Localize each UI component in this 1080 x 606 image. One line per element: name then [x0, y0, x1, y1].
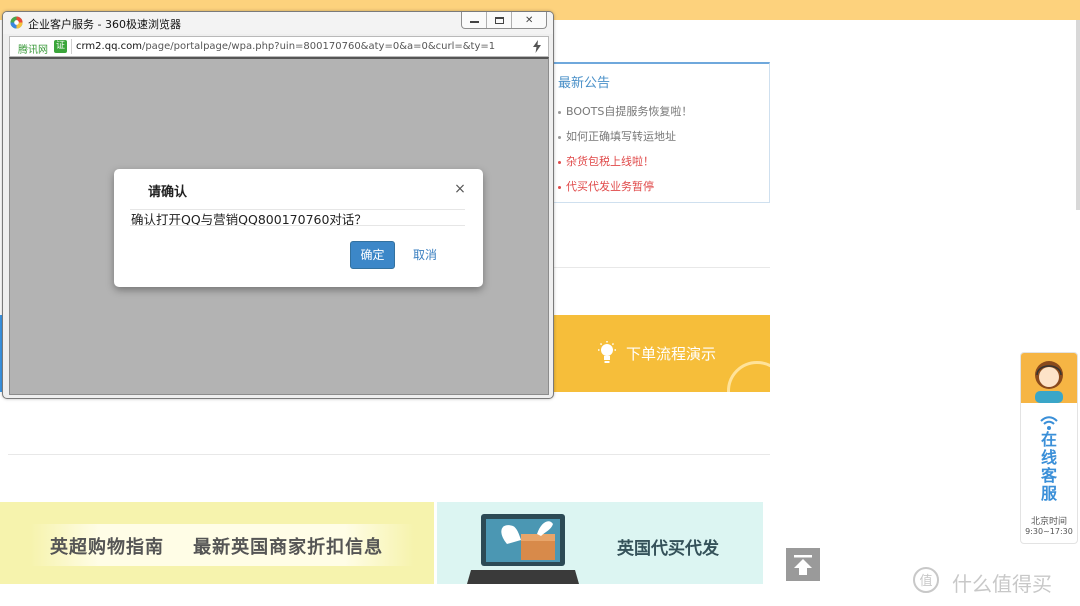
shopping-guide-banner[interactable]: 英超购物指南 最新英国商家折扣信息 — [0, 502, 434, 584]
window-controls: ✕ — [461, 12, 547, 29]
close-window-button[interactable]: ✕ — [512, 12, 546, 28]
service-hours-value: 9:30~17:30 — [1025, 527, 1073, 536]
notice-item[interactable]: 代买代发业务暂停 — [558, 174, 692, 199]
dialog-title: 请确认 — [148, 185, 188, 200]
notice-title: 最新公告 — [558, 76, 611, 91]
scroll-to-top-button[interactable] — [786, 548, 820, 581]
restore-button[interactable] — [487, 12, 513, 28]
online-service-widget[interactable]: 在 线 客 服 北京时间 9:30~17:30 — [1020, 352, 1078, 544]
bullet-icon — [558, 135, 561, 139]
browser-logo-icon — [10, 16, 23, 29]
wifi-icon — [1040, 416, 1058, 430]
sun-decoration — [727, 361, 770, 392]
url-host: crm2.qq.com — [76, 41, 142, 52]
certificate-badge[interactable]: 证 — [54, 40, 67, 53]
browser-title: 企业客户服务 - 360极速浏览器 — [28, 18, 181, 31]
page-scrollbar[interactable] — [1076, 20, 1080, 210]
address-bar[interactable]: 腾讯网 证 crm2.qq.com/page/portalpage/wpa.ph… — [9, 36, 549, 57]
browser-window[interactable]: 企业客户服务 - 360极速浏览器 ✕ 腾讯网 证 crm2.qq.com/pa… — [2, 11, 554, 399]
lightning-icon[interactable] — [532, 40, 542, 53]
svg-text:值: 值 — [919, 573, 932, 589]
order-process-banner[interactable]: 下单流程演示 — [549, 315, 770, 392]
laptop-box-icon — [467, 514, 579, 584]
agent-avatar-icon — [1021, 353, 1077, 403]
online-service-label: 在 线 客 服 — [1040, 430, 1057, 503]
scroll-to-top-icon — [794, 555, 812, 575]
divider — [130, 225, 465, 226]
confirm-button[interactable]: 确定 — [350, 241, 395, 269]
lightbulb-icon — [598, 341, 616, 363]
notice-item[interactable]: 如何正确填写转运地址 — [558, 124, 692, 149]
watermark-text: 什么值得买 — [952, 572, 1052, 596]
notice-panel: 最新公告 BOOTS自提服务恢复啦！ 如何正确填写转运地址 杂货包税上线啦！ 代… — [549, 62, 770, 203]
cancel-button[interactable]: 取消 — [409, 241, 441, 269]
minimize-button[interactable] — [462, 12, 488, 28]
proxy-purchase-label: 英国代买代发 — [617, 539, 719, 559]
desktop: 最新公告 BOOTS自提服务恢复啦！ 如何正确填写转运地址 杂货包税上线啦！ 代… — [0, 0, 1080, 606]
divider — [549, 267, 770, 268]
bullet-icon — [558, 185, 561, 189]
zhi-logo-icon: 值 — [913, 567, 939, 593]
url-text[interactable]: crm2.qq.com/page/portalpage/wpa.php?uin=… — [76, 41, 495, 52]
notice-list: BOOTS自提服务恢复啦！ 如何正确填写转运地址 杂货包税上线啦！ 代买代发业务… — [558, 99, 692, 199]
minimize-icon — [469, 21, 479, 23]
notice-item[interactable]: BOOTS自提服务恢复啦！ — [558, 99, 692, 124]
close-icon: ✕ — [524, 14, 534, 26]
bullet-icon — [558, 110, 561, 114]
proxy-purchase-banner[interactable]: 英国代买代发 — [437, 502, 763, 584]
url-path: /page/portalpage/wpa.php?uin=800170760&a… — [141, 41, 496, 52]
order-process-label: 下单流程演示 — [626, 345, 717, 363]
site-label: 腾讯网 — [18, 45, 48, 56]
shopping-guide-label: 英超购物指南 最新英国商家折扣信息 — [50, 537, 384, 558]
page-overlay: 请确认 × 确认打开QQ与营销QQ800170760对话？ 确定 取消 — [9, 57, 549, 395]
notice-item[interactable]: 杂货包税上线啦！ — [558, 149, 692, 174]
dialog-close-icon[interactable]: × — [454, 182, 466, 196]
confirm-dialog: 请确认 × 确认打开QQ与营销QQ800170760对话？ 确定 取消 — [114, 169, 483, 287]
browser-titlebar[interactable]: 企业客户服务 - 360极速浏览器 ✕ — [3, 12, 553, 34]
bullet-icon — [558, 160, 561, 164]
service-hours-label: 北京时间 — [1030, 517, 1067, 527]
separator — [71, 39, 72, 54]
restore-icon — [494, 16, 504, 24]
divider — [8, 454, 770, 455]
